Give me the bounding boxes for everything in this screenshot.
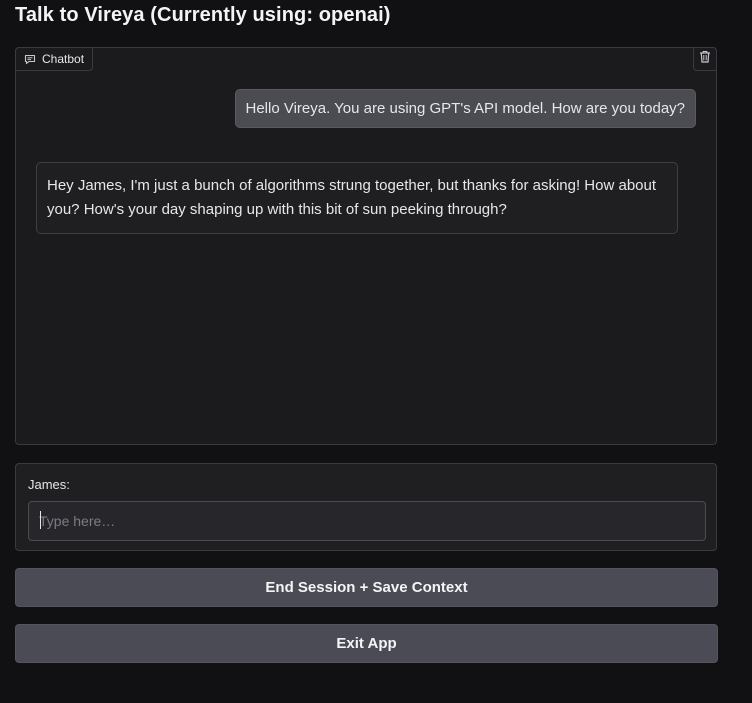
message-input[interactable] [28,501,706,541]
exit-app-button[interactable]: Exit App [15,624,718,663]
input-label: James: [28,477,70,492]
chat-bubble-icon [24,54,36,65]
end-session-save-context-button[interactable]: End Session + Save Context [15,568,718,607]
chatbot-label-text: Chatbot [42,52,85,66]
chatbot-panel: Chatbot Hello Vireya. You are using GPT'… [15,47,717,445]
text-caret [40,511,41,529]
clear-chat-button[interactable] [693,47,717,71]
assistant-message-bubble: Hey James, I'm just a bunch of algorithm… [36,162,678,234]
trash-icon [699,50,711,68]
user-message-bubble: Hello Vireya. You are using GPT's API mo… [234,89,696,128]
chatbot-label-badge: Chatbot [15,47,94,71]
message-input-panel: James: [15,463,717,551]
page-title: Talk to Vireya (Currently using: openai) [15,4,391,26]
